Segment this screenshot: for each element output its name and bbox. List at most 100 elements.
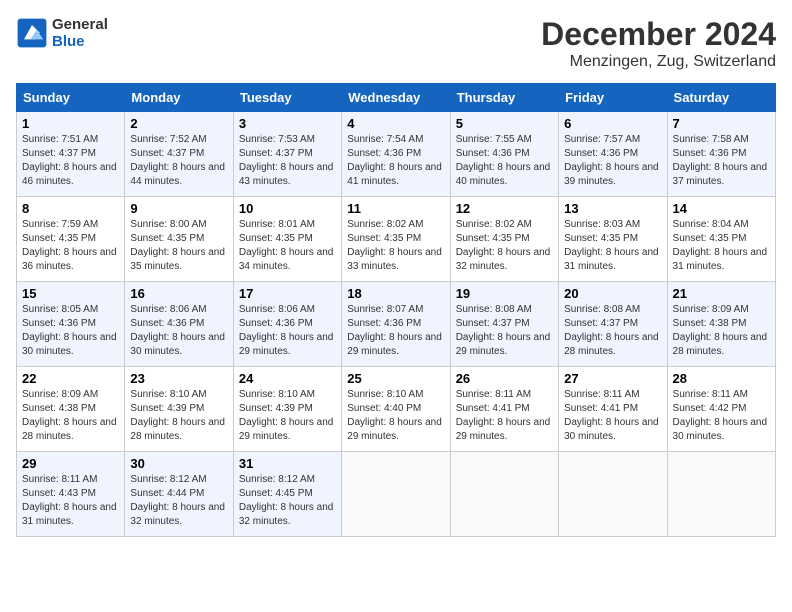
day-cell: 9Sunrise: 8:00 AMSunset: 4:35 PMDaylight… bbox=[125, 197, 233, 282]
day-cell: 23 Sunrise: 8:10 AMSunset: 4:39 PMDayligh… bbox=[125, 367, 233, 452]
day-cell: 28 Sunrise: 8:11 AMSunset: 4:42 PMDayligh… bbox=[667, 367, 775, 452]
day-cell: 18Sunrise: 8:07 AMSunset: 4:36 PMDayligh… bbox=[342, 282, 450, 367]
header-thursday: Thursday bbox=[450, 84, 558, 112]
day-cell: 30Sunrise: 8:12 AMSunset: 4:44 PMDayligh… bbox=[125, 452, 233, 537]
day-number: 28 bbox=[673, 371, 770, 386]
day-number: 20 bbox=[564, 286, 661, 301]
calendar-table: SundayMondayTuesdayWednesdayThursdayFrid… bbox=[16, 83, 776, 537]
day-cell: 11 Sunrise: 8:02 AMSunset: 4:35 PMDayligh… bbox=[342, 197, 450, 282]
day-cell: 17 Sunrise: 8:06 AMSunset: 4:36 PMDayligh… bbox=[233, 282, 341, 367]
title-area: December 2024 Menzingen, Zug, Switzerlan… bbox=[541, 16, 776, 71]
day-info: Sunrise: 8:08 AMSunset: 4:37 PMDaylight:… bbox=[564, 303, 661, 359]
day-cell: 13 Sunrise: 8:03 AMSunset: 4:35 PMDayligh… bbox=[559, 197, 667, 282]
day-number: 16 bbox=[130, 286, 227, 301]
header-tuesday: Tuesday bbox=[233, 84, 341, 112]
day-cell: 8 Sunrise: 7:59 AMSunset: 4:35 PMDaylight… bbox=[17, 197, 125, 282]
day-cell: 2 Sunrise: 7:52 AMSunset: 4:37 PMDaylight… bbox=[125, 112, 233, 197]
day-number: 30 bbox=[130, 456, 227, 471]
day-cell bbox=[667, 452, 775, 537]
day-number: 8 bbox=[22, 201, 119, 216]
day-info: Sunrise: 8:00 AMSunset: 4:35 PMDaylight:… bbox=[130, 218, 227, 274]
day-info: Sunrise: 8:07 AMSunset: 4:36 PMDaylight:… bbox=[347, 303, 444, 359]
day-info: Sunrise: 7:51 AMSunset: 4:37 PMDaylight:… bbox=[22, 133, 119, 189]
day-cell: 5 Sunrise: 7:55 AMSunset: 4:36 PMDaylight… bbox=[450, 112, 558, 197]
day-number: 22 bbox=[22, 371, 119, 386]
header-sunday: Sunday bbox=[17, 84, 125, 112]
day-info: Sunrise: 8:09 AMSunset: 4:38 PMDaylight:… bbox=[673, 303, 770, 359]
day-info: Sunrise: 8:10 AMSunset: 4:39 PMDaylight:… bbox=[239, 388, 336, 444]
day-cell: 10 Sunrise: 8:01 AMSunset: 4:35 PMDayligh… bbox=[233, 197, 341, 282]
day-cell: 14 Sunrise: 8:04 AMSunset: 4:35 PMDayligh… bbox=[667, 197, 775, 282]
day-cell: 3Sunrise: 7:53 AMSunset: 4:37 PMDaylight… bbox=[233, 112, 341, 197]
day-cell: 6 Sunrise: 7:57 AMSunset: 4:36 PMDaylight… bbox=[559, 112, 667, 197]
day-cell: 26Sunrise: 8:11 AMSunset: 4:41 PMDayligh… bbox=[450, 367, 558, 452]
week-row-4: 22 Sunrise: 8:09 AMSunset: 4:38 PMDayligh… bbox=[17, 367, 776, 452]
day-info: Sunrise: 8:06 AMSunset: 4:36 PMDaylight:… bbox=[239, 303, 336, 359]
day-info: Sunrise: 8:09 AMSunset: 4:38 PMDaylight:… bbox=[22, 388, 119, 444]
day-info: Sunrise: 8:11 AMSunset: 4:42 PMDaylight:… bbox=[673, 388, 770, 444]
day-info: Sunrise: 8:04 AMSunset: 4:35 PMDaylight:… bbox=[673, 218, 770, 274]
day-cell: 19Sunrise: 8:08 AMSunset: 4:37 PMDayligh… bbox=[450, 282, 558, 367]
day-cell: 21Sunrise: 8:09 AMSunset: 4:38 PMDayligh… bbox=[667, 282, 775, 367]
day-number: 19 bbox=[456, 286, 553, 301]
day-info: Sunrise: 8:11 AMSunset: 4:41 PMDaylight:… bbox=[456, 388, 553, 444]
day-info: Sunrise: 7:59 AMSunset: 4:35 PMDaylight:… bbox=[22, 218, 119, 274]
week-row-2: 8 Sunrise: 7:59 AMSunset: 4:35 PMDaylight… bbox=[17, 197, 776, 282]
day-number: 17 bbox=[239, 286, 336, 301]
day-info: Sunrise: 7:55 AMSunset: 4:36 PMDaylight:… bbox=[456, 133, 553, 189]
day-number: 4 bbox=[347, 116, 444, 131]
day-number: 10 bbox=[239, 201, 336, 216]
day-info: Sunrise: 8:05 AMSunset: 4:36 PMDaylight:… bbox=[22, 303, 119, 359]
day-number: 15 bbox=[22, 286, 119, 301]
day-cell: 7Sunrise: 7:58 AMSunset: 4:36 PMDaylight… bbox=[667, 112, 775, 197]
day-number: 25 bbox=[347, 371, 444, 386]
day-cell bbox=[450, 452, 558, 537]
week-row-1: 1 Sunrise: 7:51 AMSunset: 4:37 PMDaylight… bbox=[17, 112, 776, 197]
day-number: 13 bbox=[564, 201, 661, 216]
day-number: 29 bbox=[22, 456, 119, 471]
day-info: Sunrise: 8:11 AMSunset: 4:43 PMDaylight:… bbox=[22, 473, 119, 529]
day-cell: 1 Sunrise: 7:51 AMSunset: 4:37 PMDaylight… bbox=[17, 112, 125, 197]
logo-text: General Blue bbox=[52, 16, 108, 50]
day-cell: 16 Sunrise: 8:06 AMSunset: 4:36 PMDayligh… bbox=[125, 282, 233, 367]
header-friday: Friday bbox=[559, 84, 667, 112]
day-info: Sunrise: 7:58 AMSunset: 4:36 PMDaylight:… bbox=[673, 133, 770, 189]
header-monday: Monday bbox=[125, 84, 233, 112]
day-number: 12 bbox=[456, 201, 553, 216]
header-wednesday: Wednesday bbox=[342, 84, 450, 112]
location-title: Menzingen, Zug, Switzerland bbox=[541, 53, 776, 71]
header-saturday: Saturday bbox=[667, 84, 775, 112]
day-info: Sunrise: 8:06 AMSunset: 4:36 PMDaylight:… bbox=[130, 303, 227, 359]
week-row-5: 29 Sunrise: 8:11 AMSunset: 4:43 PMDayligh… bbox=[17, 452, 776, 537]
header: General Blue December 2024 Menzingen, Zu… bbox=[16, 16, 776, 71]
day-cell: 24 Sunrise: 8:10 AMSunset: 4:39 PMDayligh… bbox=[233, 367, 341, 452]
day-info: Sunrise: 8:03 AMSunset: 4:35 PMDaylight:… bbox=[564, 218, 661, 274]
day-number: 24 bbox=[239, 371, 336, 386]
day-number: 23 bbox=[130, 371, 227, 386]
day-info: Sunrise: 7:54 AMSunset: 4:36 PMDaylight:… bbox=[347, 133, 444, 189]
day-info: Sunrise: 8:12 AMSunset: 4:45 PMDaylight:… bbox=[239, 473, 336, 529]
day-number: 1 bbox=[22, 116, 119, 131]
day-number: 6 bbox=[564, 116, 661, 131]
day-number: 11 bbox=[347, 201, 444, 216]
day-number: 5 bbox=[456, 116, 553, 131]
day-cell: 12Sunrise: 8:02 AMSunset: 4:35 PMDayligh… bbox=[450, 197, 558, 282]
day-info: Sunrise: 8:02 AMSunset: 4:35 PMDaylight:… bbox=[347, 218, 444, 274]
day-cell: 15 Sunrise: 8:05 AMSunset: 4:36 PMDayligh… bbox=[17, 282, 125, 367]
week-row-3: 15 Sunrise: 8:05 AMSunset: 4:36 PMDayligh… bbox=[17, 282, 776, 367]
day-cell: 31 Sunrise: 8:12 AMSunset: 4:45 PMDayligh… bbox=[233, 452, 341, 537]
day-number: 31 bbox=[239, 456, 336, 471]
logo-icon bbox=[16, 17, 48, 49]
day-info: Sunrise: 8:10 AMSunset: 4:39 PMDaylight:… bbox=[130, 388, 227, 444]
day-cell: 27Sunrise: 8:11 AMSunset: 4:41 PMDayligh… bbox=[559, 367, 667, 452]
day-cell: 4 Sunrise: 7:54 AMSunset: 4:36 PMDaylight… bbox=[342, 112, 450, 197]
day-info: Sunrise: 7:53 AMSunset: 4:37 PMDaylight:… bbox=[239, 133, 336, 189]
day-info: Sunrise: 7:52 AMSunset: 4:37 PMDaylight:… bbox=[130, 133, 227, 189]
day-info: Sunrise: 8:10 AMSunset: 4:40 PMDaylight:… bbox=[347, 388, 444, 444]
day-number: 14 bbox=[673, 201, 770, 216]
day-number: 2 bbox=[130, 116, 227, 131]
day-info: Sunrise: 7:57 AMSunset: 4:36 PMDaylight:… bbox=[564, 133, 661, 189]
calendar-header-row: SundayMondayTuesdayWednesdayThursdayFrid… bbox=[17, 84, 776, 112]
day-info: Sunrise: 8:01 AMSunset: 4:35 PMDaylight:… bbox=[239, 218, 336, 274]
logo: General Blue bbox=[16, 16, 108, 50]
